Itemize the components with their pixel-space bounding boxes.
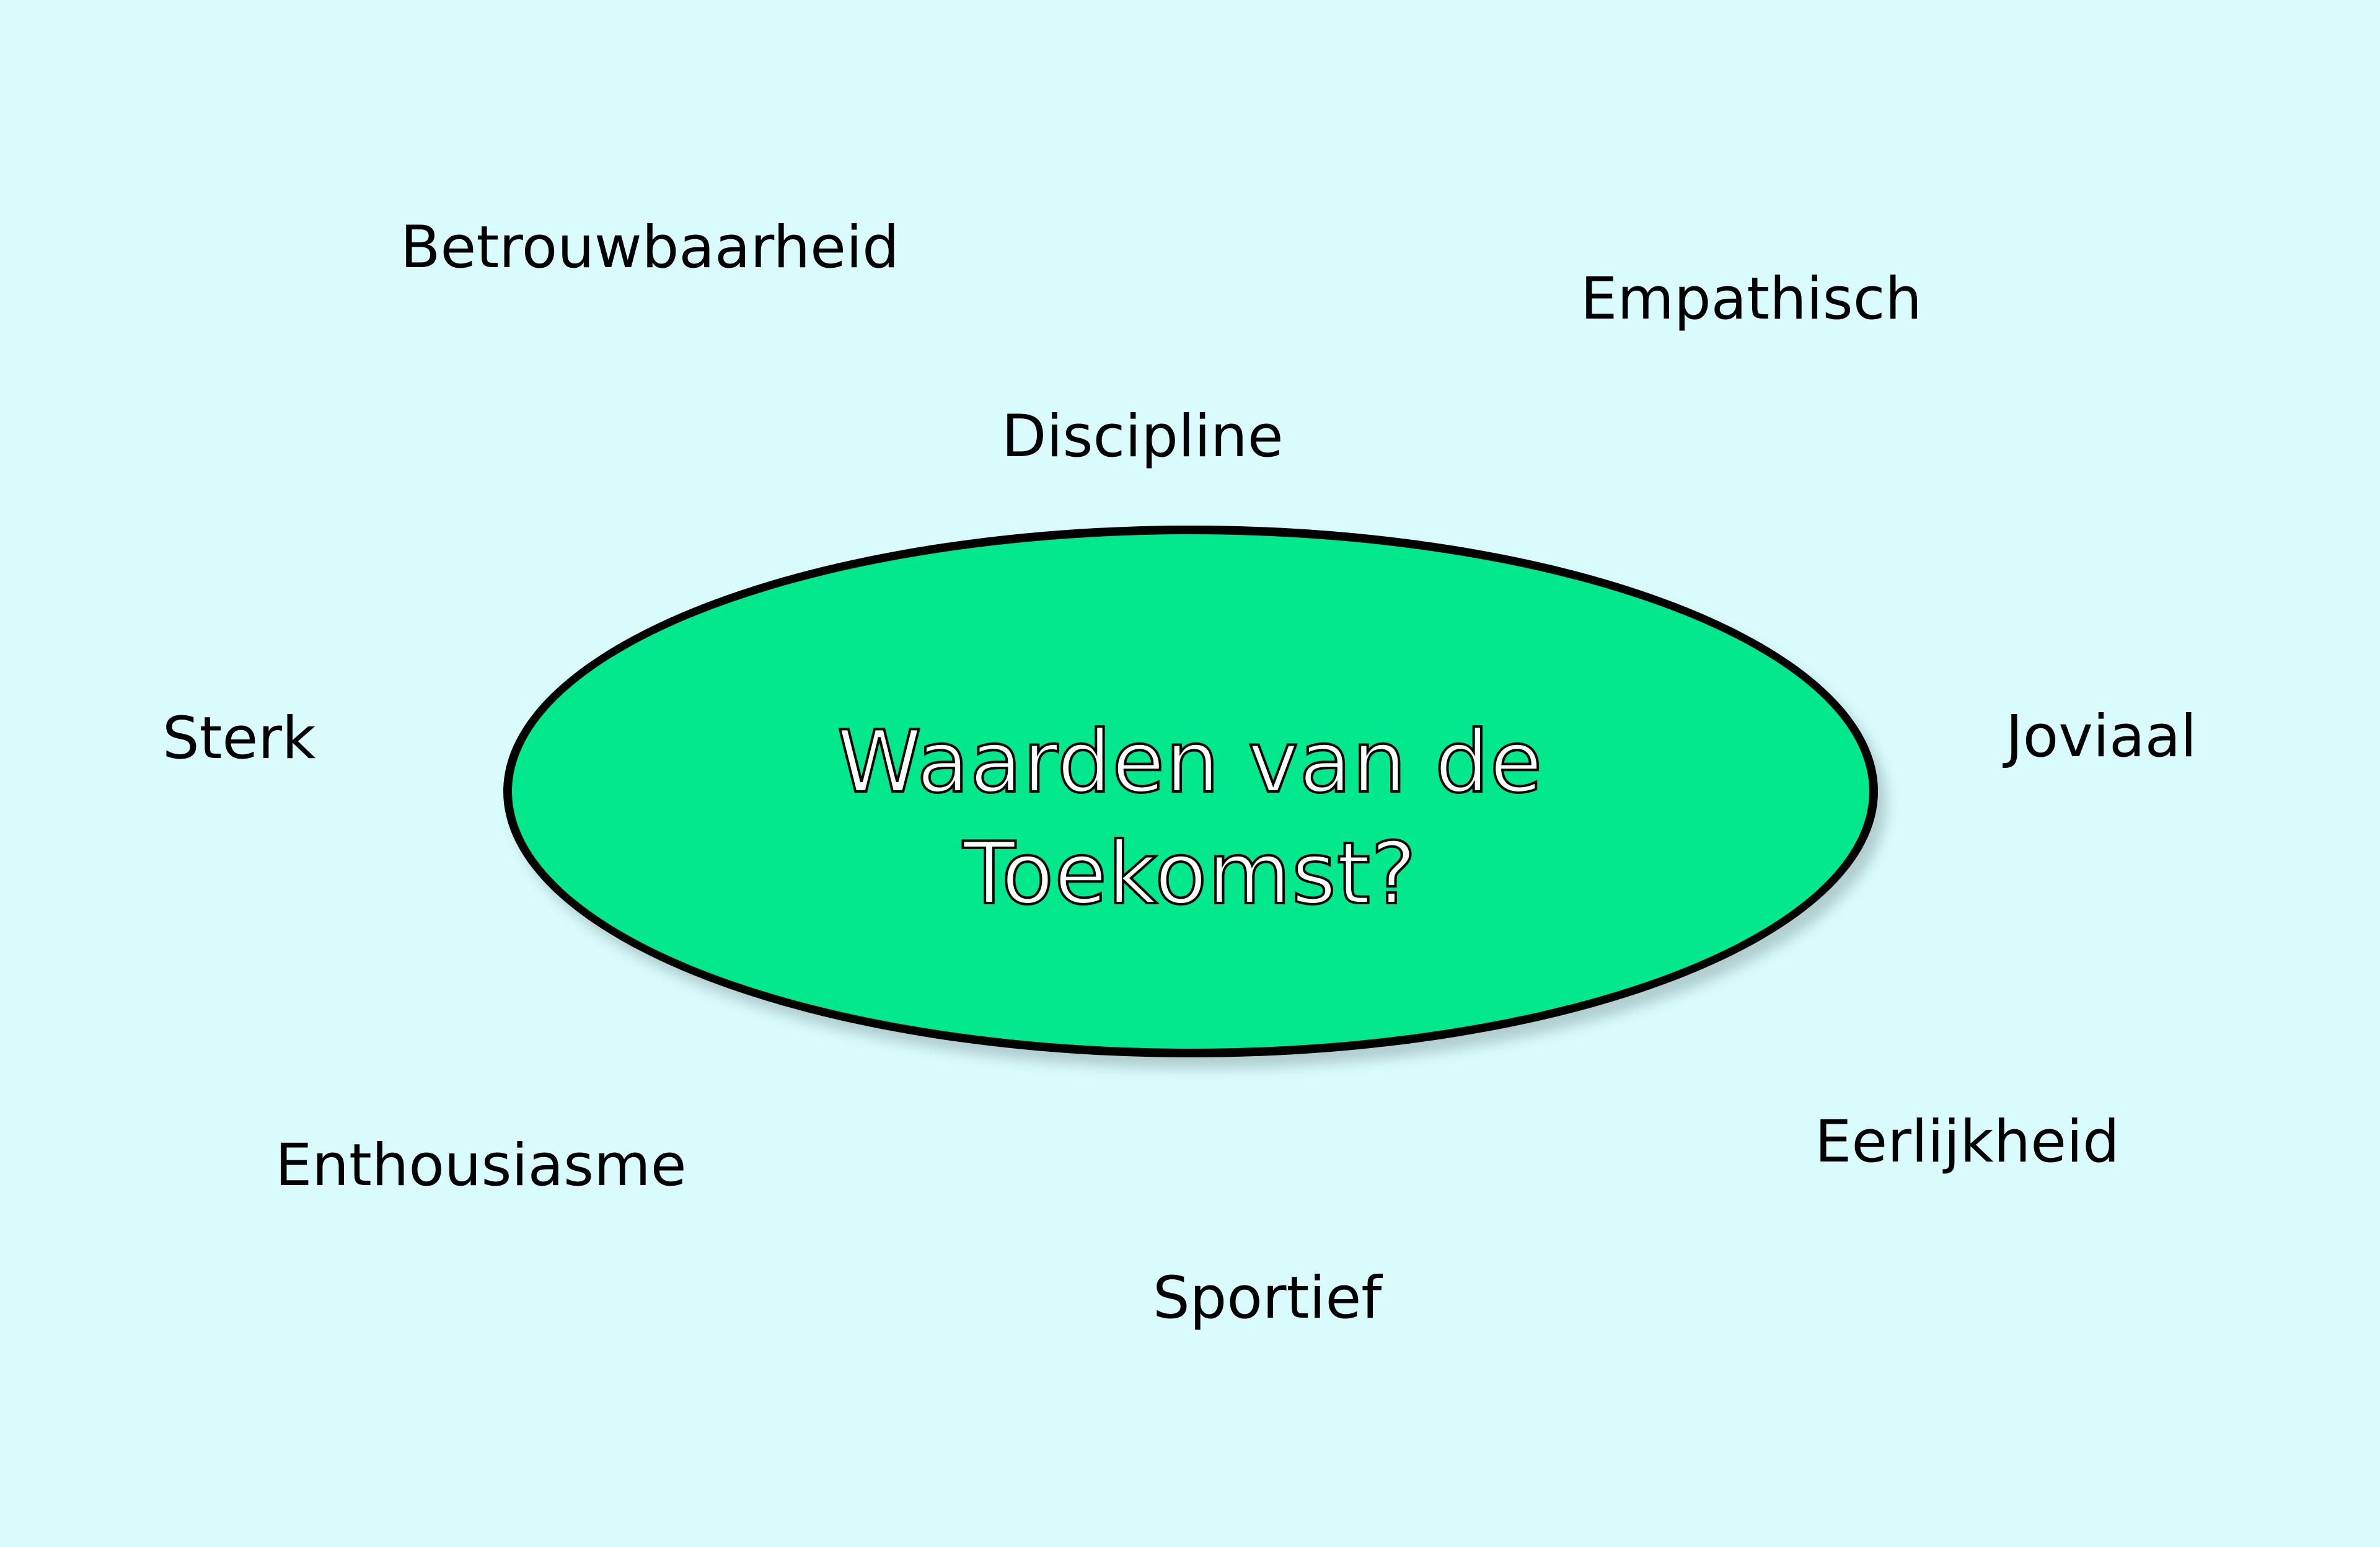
value-discipline: Discipline: [1002, 403, 1284, 470]
value-sterk: Sterk: [162, 705, 316, 772]
central-title: Waarden van de Toekomst?: [694, 707, 1686, 930]
value-eerlijkheid: Eerlijkheid: [1815, 1108, 2120, 1176]
diagram-canvas: Waarden van de Toekomst? Betrouwbaarheid…: [0, 0, 2380, 1547]
central-title-line-1: Waarden van de: [836, 711, 1544, 813]
value-betrouwbaarheid: Betrouwbaarheid: [400, 214, 899, 281]
value-empathisch: Empathisch: [1580, 265, 1923, 333]
value-joviaal: Joviaal: [2006, 703, 2197, 770]
value-enthousiasme: Enthousiasme: [275, 1132, 687, 1199]
value-sportief: Sportief: [1153, 1264, 1382, 1332]
central-title-line-2: Toekomst?: [962, 822, 1417, 925]
